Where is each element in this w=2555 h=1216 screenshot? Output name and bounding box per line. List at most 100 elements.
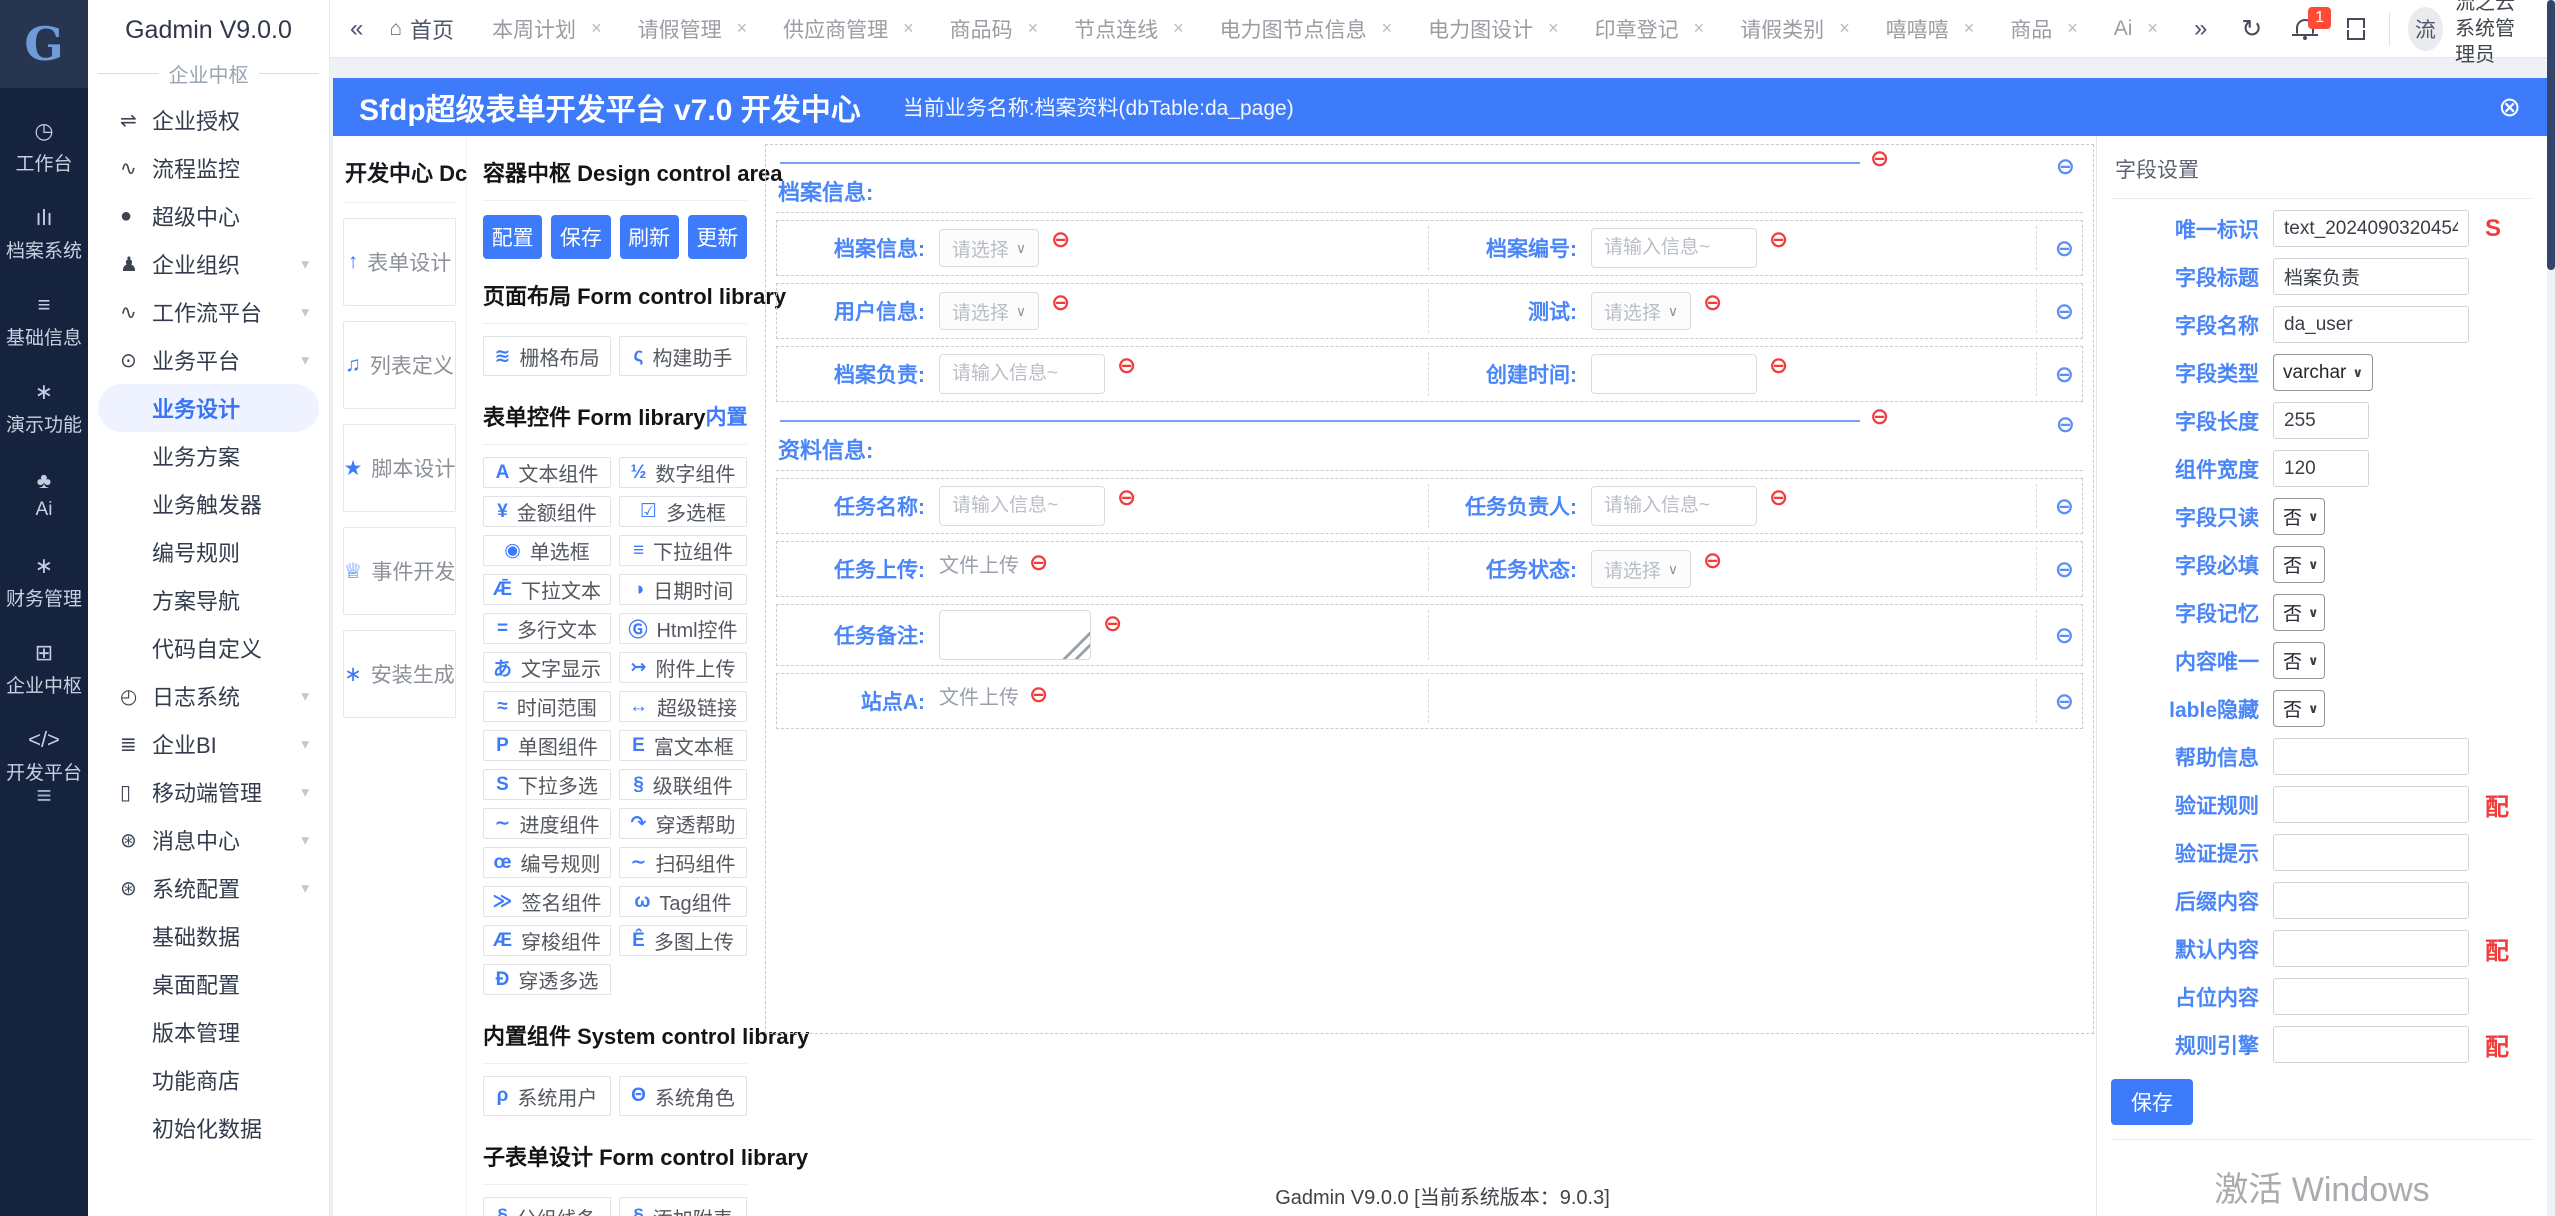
sidebar-item[interactable]: ⊛ 消息中心 ▾: [88, 816, 329, 864]
sidebar-subitem[interactable]: 业务设计: [98, 384, 319, 432]
remove-field-icon[interactable]: ⊖: [1103, 612, 1122, 635]
form-library-item[interactable]: = 多行文本: [483, 613, 611, 644]
remove-row-icon[interactable]: ⊖: [2055, 558, 2082, 581]
remove-field-icon[interactable]: ⊖: [1870, 147, 1889, 170]
rail-item[interactable]: ∗ 财务管理: [0, 539, 88, 626]
devcenter-card[interactable]: ∗ 安装生成: [343, 630, 456, 718]
sidebar-item[interactable]: ♟ 企业组织 ▾: [88, 240, 329, 288]
devcenter-card[interactable]: ↑ 表单设计: [343, 218, 456, 306]
sidebar-subitem[interactable]: 基础数据: [88, 912, 329, 960]
tab[interactable]: Ai ×: [2114, 17, 2158, 41]
sidebar-subitem[interactable]: 方案导航: [88, 576, 329, 624]
fullscreen-icon[interactable]: [2347, 18, 2365, 40]
app-logo[interactable]: G: [0, 0, 88, 88]
configure-tag[interactable]: 配: [2485, 1027, 2509, 1062]
tab[interactable]: 供应商管理 ×: [783, 14, 914, 44]
tab[interactable]: 请假管理 ×: [638, 14, 748, 44]
form-library-item[interactable]: § 级联组件: [619, 769, 747, 800]
create-time-input[interactable]: [1591, 354, 1757, 394]
sidebar-item[interactable]: ⇌ 企业授权: [88, 96, 329, 144]
system-library-item[interactable]: Θ 系统角色: [619, 1076, 747, 1116]
more-tabs-icon[interactable]: »: [2194, 15, 2207, 43]
built-in-tag[interactable]: 内置: [705, 401, 747, 431]
remove-row-icon[interactable]: ⊖: [2055, 690, 2082, 713]
action-button[interactable]: 保存: [551, 215, 610, 259]
task-owner-input[interactable]: [1591, 486, 1757, 526]
group-divider-line[interactable]: [780, 420, 1860, 422]
close-tab-icon[interactable]: ×: [1028, 18, 1039, 39]
form-library-item[interactable]: P 单图组件: [483, 730, 611, 761]
form-library-item[interactable]: Æ 穿梭组件: [483, 925, 611, 956]
file-upload-button[interactable]: 文件上传: [939, 549, 1019, 578]
collapse-tabs-icon[interactable]: «: [350, 15, 363, 43]
field-length-input[interactable]: [2273, 402, 2369, 439]
form-library-item[interactable]: ∼ 扫码组件: [619, 847, 747, 878]
help-info-input[interactable]: [2273, 738, 2469, 775]
field-type-select[interactable]: varchar ∨: [2273, 354, 2373, 391]
form-library-item[interactable]: Ð 穿透多选: [483, 964, 611, 995]
tab[interactable]: 请假类别 ×: [1740, 14, 1850, 44]
action-button[interactable]: 更新: [688, 215, 747, 259]
remove-row-icon[interactable]: ⊖: [2055, 495, 2082, 518]
form-library-item[interactable]: ↔ 超级链接: [619, 691, 747, 722]
configure-tag[interactable]: 配: [2485, 931, 2509, 966]
remove-field-icon[interactable]: ⊖: [1029, 551, 1048, 574]
remove-row-icon[interactable]: ⊖: [2055, 237, 2082, 260]
notification-bell-icon[interactable]: 1: [2294, 17, 2313, 41]
unique-id-input[interactable]: [2273, 210, 2469, 247]
remove-field-icon[interactable]: ⊖: [1029, 683, 1048, 706]
tab[interactable]: 印章登记 ×: [1595, 14, 1705, 44]
remove-field-icon[interactable]: ⊖: [1051, 228, 1070, 251]
devcenter-card[interactable]: ♫ 列表定义: [343, 321, 456, 409]
remove-row-icon[interactable]: ⊖: [2055, 624, 2082, 647]
sidebar-subitem[interactable]: 业务方案: [88, 432, 329, 480]
rail-item[interactable]: ∗ 演示功能: [0, 365, 88, 452]
form-library-item[interactable]: あ 文字显示: [483, 652, 611, 683]
sidebar-subitem[interactable]: 初始化数据: [88, 1104, 329, 1152]
form-library-item[interactable]: ∼ 进度组件: [483, 808, 611, 839]
close-tab-icon[interactable]: ×: [1964, 18, 1975, 39]
form-library-item[interactable]: E 富文本框: [619, 730, 747, 761]
remove-field-icon[interactable]: ⊖: [1117, 354, 1136, 377]
remove-field-icon[interactable]: ⊖: [1870, 405, 1889, 428]
rail-item[interactable]: ⊞ 企业中枢: [0, 626, 88, 713]
component-width-input[interactable]: [2273, 450, 2369, 487]
file-upload-button[interactable]: 文件上传: [939, 681, 1019, 710]
sidebar-item[interactable]: ≣ 企业BI ▾: [88, 720, 329, 768]
scrollbar-thumb[interactable]: [2547, 0, 2555, 270]
sidebar-item[interactable]: ▯ 移动端管理 ▾: [88, 768, 329, 816]
form-library-item[interactable]: Ê 多图上传: [619, 925, 747, 956]
close-icon[interactable]: ⊗: [2498, 92, 2521, 123]
sidebar-subitem[interactable]: 业务触发器: [88, 480, 329, 528]
close-tab-icon[interactable]: ×: [1382, 18, 1393, 39]
label-hidden-select[interactable]: 否 ∨: [2273, 690, 2325, 727]
remove-field-icon[interactable]: ⊖: [1703, 549, 1722, 572]
sidebar-item[interactable]: ● 超级中心: [88, 192, 329, 240]
close-tab-icon[interactable]: ×: [903, 18, 914, 39]
field-title-input[interactable]: [2273, 258, 2469, 295]
remove-field-icon[interactable]: ⊖: [1769, 228, 1788, 251]
layout-library-item[interactable]: ≋ 栅格布局: [483, 336, 611, 376]
form-design-canvas[interactable]: ⊖ ⊖ 档案信息: 档案信息: 请选择 ∨ ⊖: [765, 144, 2094, 1034]
validate-rule-input[interactable]: [2273, 786, 2469, 823]
remove-field-icon[interactable]: ⊖: [1703, 291, 1722, 314]
field-name-input[interactable]: [2273, 306, 2469, 343]
form-library-item[interactable]: œ 编号规则: [483, 847, 611, 878]
sidebar-subitem[interactable]: 功能商店: [88, 1056, 329, 1104]
tab-home[interactable]: ⌂ 首页: [389, 13, 454, 45]
refresh-icon[interactable]: ↻: [2241, 14, 2262, 44]
tab[interactable]: 嘻嘻嘻 ×: [1886, 14, 1975, 44]
sidebar-item[interactable]: ⊛ 系统配置 ▾: [88, 864, 329, 912]
task-note-textarea[interactable]: [939, 610, 1091, 660]
sidebar-item[interactable]: ⊙ 业务平台 ▾: [88, 336, 329, 384]
close-tab-icon[interactable]: ×: [591, 18, 602, 39]
rail-item[interactable]: ♣ Ai: [0, 452, 88, 539]
remove-row-icon[interactable]: ⊖: [2055, 300, 2082, 323]
rail-item[interactable]: ılı 档案系统: [0, 191, 88, 278]
remove-field-icon[interactable]: ⊖: [1769, 354, 1788, 377]
action-button[interactable]: 配置: [483, 215, 542, 259]
tab[interactable]: 电力图设计 ×: [1428, 14, 1559, 44]
remove-row-icon[interactable]: ⊖: [2056, 413, 2075, 436]
archive-info-select[interactable]: 请选择 ∨: [939, 229, 1039, 267]
scrollbar[interactable]: [2547, 0, 2555, 1216]
